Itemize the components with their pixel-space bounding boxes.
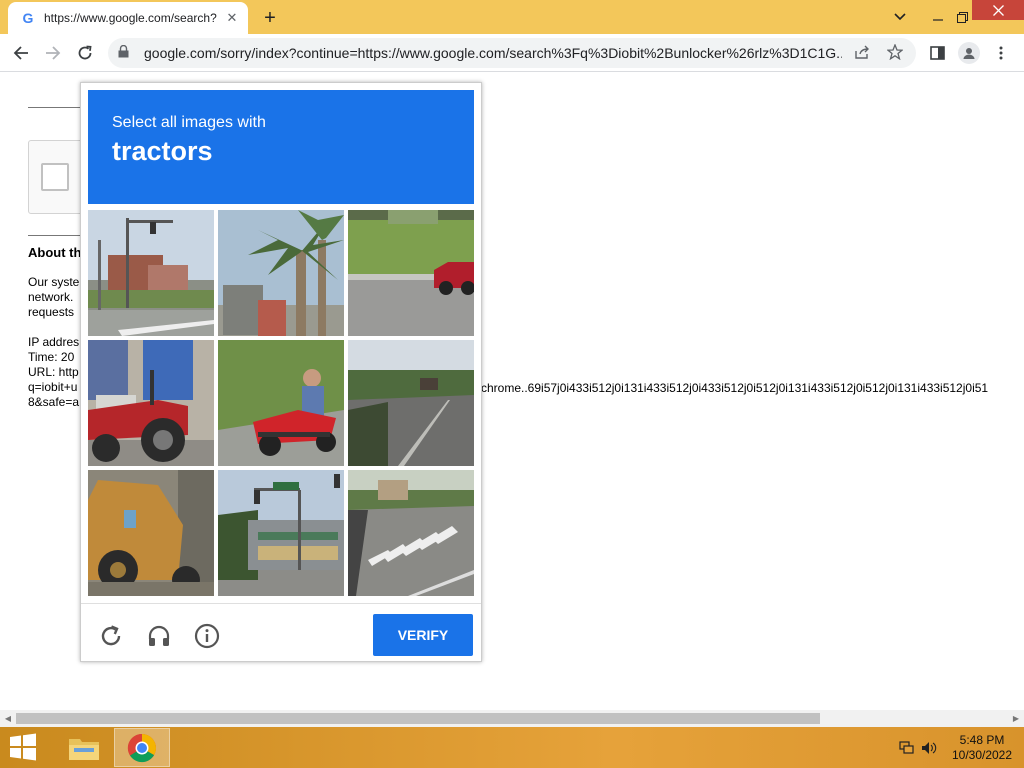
captcha-footer: VERIFY <box>81 603 481 663</box>
verify-button[interactable]: VERIFY <box>373 614 473 656</box>
tab-close-icon[interactable]: ✕ <box>224 10 240 26</box>
url-line-2: q=iobit+u <box>28 380 78 394</box>
windows-start-icon[interactable] <box>8 733 40 763</box>
captcha-target: tractors <box>112 136 213 166</box>
profile-button[interactable] <box>956 40 982 66</box>
network-icon[interactable] <box>898 739 916 757</box>
volume-icon[interactable] <box>920 739 938 757</box>
recaptcha-checkbox[interactable] <box>41 163 69 191</box>
tile-palm-tree[interactable] <box>218 210 344 336</box>
ip-address-line: IP addres <box>28 335 80 349</box>
time-line: Time: 20 <box>28 350 75 364</box>
scroll-right-arrow-icon[interactable]: ▶ <box>1008 710 1024 727</box>
tile-road-trees[interactable] <box>348 340 474 466</box>
tab-title: https://www.google.com/search? <box>44 11 217 25</box>
headphones-audio-icon[interactable] <box>145 622 173 650</box>
clock-time: 5:48 PM <box>959 733 1005 747</box>
url-text: google.com/sorry/index?continue=https://… <box>144 45 842 61</box>
page-text-line: network. <box>28 290 74 304</box>
share-icon[interactable] <box>852 45 874 62</box>
divider-bottom <box>28 235 80 236</box>
forward-button[interactable] <box>40 40 66 66</box>
recaptcha-widget <box>28 140 88 214</box>
url-tail-text: chrome..69i57j0i433i512j0i131i433i512j0i… <box>481 381 989 395</box>
reload-challenge-icon[interactable] <box>97 622 125 650</box>
divider-top <box>28 107 80 108</box>
captcha-header: Select all images with tractors <box>88 90 474 204</box>
screen: G https://www.google.com/search? ✕ + goo… <box>0 0 1024 768</box>
tile-crosswalk[interactable] <box>348 470 474 596</box>
address-bar[interactable]: google.com/sorry/index?continue=https://… <box>108 38 916 68</box>
browser-titlebar: G https://www.google.com/search? ✕ + <box>0 0 1024 34</box>
google-favicon-icon: G <box>22 10 34 26</box>
back-button[interactable] <box>8 40 34 66</box>
bookmark-star-icon[interactable] <box>884 42 906 63</box>
tile-street-intersection[interactable] <box>88 210 214 336</box>
file-explorer-icon[interactable] <box>56 728 112 767</box>
browser-toolbar: google.com/sorry/index?continue=https://… <box>0 34 1024 72</box>
tile-red-tractor[interactable] <box>88 340 214 466</box>
page-text-line: Our syste <box>28 275 80 289</box>
avatar-icon <box>958 42 980 64</box>
windows-taskbar: 5:48 PM 10/30/2022 <box>0 727 1024 768</box>
tab-list-chevron-down-icon[interactable] <box>888 0 912 34</box>
side-panel-icon[interactable] <box>924 40 950 66</box>
about-heading: About th <box>28 245 82 260</box>
tile-road-red-car[interactable] <box>348 210 474 336</box>
chrome-taskbar-icon[interactable] <box>114 728 170 767</box>
tile-traffic-light-building[interactable] <box>218 470 344 596</box>
url-line-3: 8&safe=a <box>28 395 80 409</box>
reload-button[interactable] <box>72 40 98 66</box>
new-tab-button[interactable]: + <box>258 6 282 30</box>
tile-lawn-mower[interactable] <box>218 340 344 466</box>
info-icon[interactable] <box>193 622 221 650</box>
browser-tab[interactable]: G https://www.google.com/search? ✕ <box>8 2 248 34</box>
page-text-line: requests <box>28 305 75 319</box>
captcha-challenge: Select all images with tractors VERIFY <box>80 82 482 662</box>
url-line: URL: http <box>28 365 79 379</box>
menu-kebab-icon[interactable] <box>988 40 1014 66</box>
scroll-left-arrow-icon[interactable]: ◀ <box>0 710 16 727</box>
clock-date: 10/30/2022 <box>951 748 1013 762</box>
close-window-button[interactable] <box>972 0 1024 20</box>
captcha-image-grid <box>88 210 474 596</box>
captcha-instruction: Select all images with <box>112 114 266 131</box>
page-content: About th Our syste network. requests IP … <box>0 72 1024 710</box>
scrollbar-thumb[interactable] <box>16 713 820 724</box>
tile-backhoe[interactable] <box>88 470 214 596</box>
system-clock[interactable]: 5:48 PM 10/30/2022 <box>944 733 1020 763</box>
horizontal-scrollbar[interactable]: ◀ ▶ <box>0 710 1024 727</box>
lock-icon <box>118 44 132 61</box>
